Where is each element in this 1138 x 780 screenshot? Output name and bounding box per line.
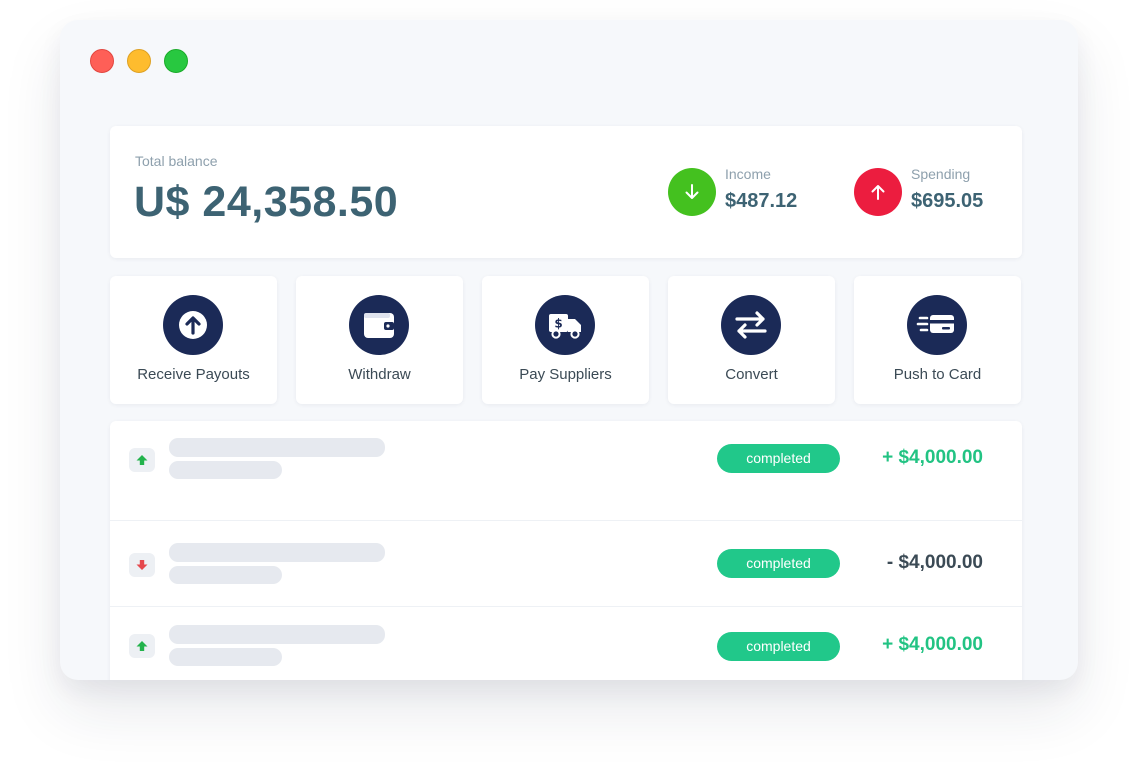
income-value: $487.12 [725,190,798,212]
push-to-card-button[interactable]: Push to Card [854,276,1021,404]
balance-card: Total balance U$ 24,358.50 Income $487.1… [110,126,1022,258]
arrow-up-icon [854,168,902,216]
withdraw-button[interactable]: Withdraw [296,276,463,404]
receive-payouts-label: Receive Payouts [137,366,250,383]
income-label: Income [725,166,771,182]
status-badge: completed [717,632,840,661]
placeholder-line [169,461,282,479]
maximize-window-button[interactable] [164,49,188,73]
placeholder-line [169,648,282,666]
placeholder-line [169,625,385,644]
minimize-window-button[interactable] [127,49,151,73]
svg-text:$: $ [554,317,562,331]
table-row[interactable]: completed + $4,000.00 [110,591,1022,675]
transaction-amount: + $4,000.00 [882,447,983,468]
window-controls [90,49,188,73]
transaction-amount: - $4,000.00 [886,552,983,573]
convert-button[interactable]: Convert [668,276,835,404]
spending-label: Spending [911,166,971,182]
arrow-down-icon [129,553,155,577]
fast-card-icon [907,295,967,355]
arrow-down-icon [668,168,716,216]
arrow-up-icon [129,634,155,658]
placeholder-line [169,543,385,562]
wallet-icon [349,295,409,355]
table-row[interactable]: completed + $4,000.00 [110,421,1022,505]
exchange-arrows-icon [721,295,781,355]
pay-suppliers-button[interactable]: $ Pay Suppliers [482,276,649,404]
convert-label: Convert [725,366,778,383]
upload-circle-icon [163,295,223,355]
total-balance-amount: U$ 24,358.50 [134,178,399,226]
transactions-list: completed + $4,000.00 completed - $4,000… [110,421,1022,680]
total-balance-label: Total balance [135,153,218,169]
app-window: Total balance U$ 24,358.50 Income $487.1… [60,20,1078,680]
close-window-button[interactable] [90,49,114,73]
push-to-card-label: Push to Card [893,366,982,383]
table-row[interactable]: completed - $4,000.00 [110,506,1022,590]
placeholder-line [169,566,282,584]
quick-actions: Receive Payouts Withdraw $ Pay Suppliers… [110,276,1022,404]
status-badge: completed [717,444,840,473]
spending-value: $695.05 [911,190,984,212]
receive-payouts-button[interactable]: Receive Payouts [110,276,277,404]
delivery-truck-icon: $ [535,295,595,355]
pay-suppliers-label: Pay Suppliers [519,366,612,383]
status-badge: completed [717,549,840,578]
arrow-up-icon [129,448,155,472]
placeholder-line [169,438,385,457]
transaction-amount: + $4,000.00 [882,634,983,655]
withdraw-label: Withdraw [348,366,411,383]
